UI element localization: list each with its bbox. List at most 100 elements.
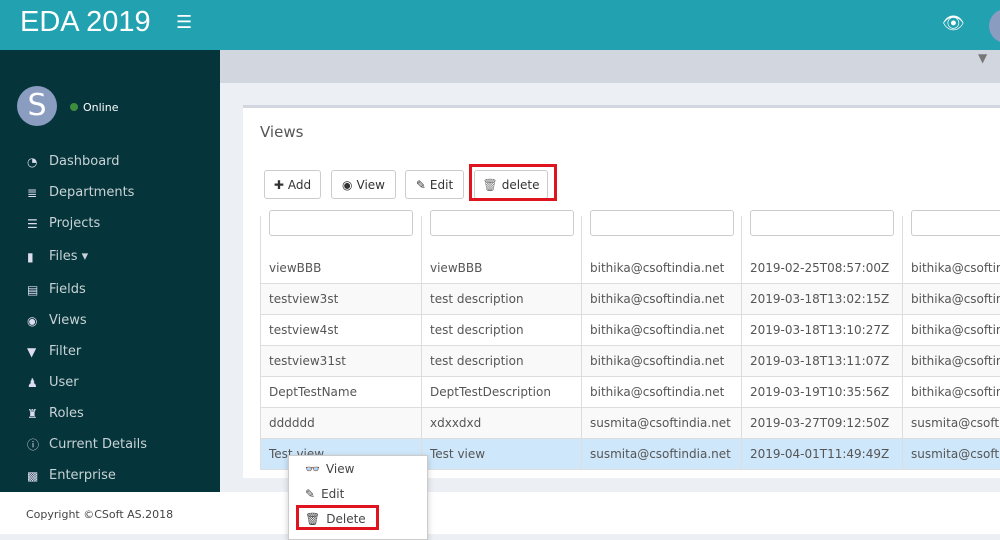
sidebar: S Online ◔ Dashboard ≣ Departments ☰ Projects…	[0, 50, 220, 492]
dashboard-icon: ◔	[27, 154, 38, 169]
edit-icon: ✎	[415, 177, 426, 192]
online-status: Online	[70, 101, 118, 114]
views-table: viewBBB viewBBB bithika@csoftindia.net 2019…	[260, 210, 1000, 470]
filter-icon[interactable]: ▼	[978, 51, 987, 65]
table-cell: testview3st	[260, 284, 421, 314]
view-button[interactable]: ◉ View	[331, 170, 396, 199]
table-cell: 2019-03-27T09:12:50Z	[741, 408, 902, 438]
table-cell: viewBBB	[260, 253, 421, 283]
roles-icon: ♜	[27, 406, 38, 421]
table-cell: 2019-02-25T08:57:00Z	[741, 253, 902, 283]
table-cell: bithika@csoftindia.net	[902, 315, 1000, 345]
sidebar-item-label: User	[49, 375, 79, 390]
table-icon: ▤	[27, 282, 39, 297]
table-cell: bithika@csoftindia.net	[902, 284, 1000, 314]
table-cell: 2019-03-18T13:11:07Z	[741, 346, 902, 376]
table-cell: susmita@csoftindia.net	[902, 408, 1000, 438]
filter-icon: ▼	[27, 344, 37, 359]
add-label: Add	[287, 177, 312, 192]
sidebar-item-views[interactable]: ◉ Views	[27, 305, 147, 336]
table-row[interactable]: testview4st test description bithika@csoft…	[260, 315, 1000, 346]
table-cell: 2019-04-01T11:49:49Z	[741, 439, 902, 469]
sidebar-item-enterprise[interactable]: ▩ Enterprise	[27, 460, 147, 491]
table-cell: bithika@csoftindia.net	[581, 346, 741, 376]
table-cell: bithika@csoftindia.net	[902, 377, 1000, 407]
sidebar-item-dashboard[interactable]: ◔ Dashboard	[27, 146, 147, 177]
sidebar-item-user[interactable]: ♟ User	[27, 367, 147, 398]
sidebar-item-label: Projects	[49, 216, 101, 231]
filter-input[interactable]	[750, 210, 894, 236]
sidebar-item-projects[interactable]: ☰ Projects	[27, 208, 147, 239]
edit-label: Edit	[429, 177, 454, 192]
enterprise-icon: ▩	[27, 468, 39, 483]
table-cell: susmita@csoftindia.net	[581, 408, 741, 438]
table-row[interactable]: testview3st test description bithika@csoft…	[260, 284, 1000, 315]
table-cell: test description	[421, 346, 581, 376]
footer: Copyright ©CSoft AS.2018	[0, 492, 1000, 534]
table-cell: test description	[421, 315, 581, 345]
table-cell: DeptTestName	[260, 377, 421, 407]
sidebar-item-label: Enterprise	[49, 468, 116, 483]
filter-input[interactable]	[269, 210, 413, 236]
app-title: EDA 2019	[20, 6, 151, 38]
sidebar-item-label: Filter	[49, 344, 82, 359]
list-icon: ≣	[27, 185, 38, 200]
user-avatar[interactable]: S	[989, 9, 1000, 43]
filter-row	[260, 210, 1000, 253]
copyright: Copyright ©CSoft AS.2018	[26, 508, 174, 521]
table-cell: DeptTestDescription	[421, 377, 581, 407]
view-label: View	[356, 177, 385, 192]
context-edit[interactable]: ✎ Edit	[289, 481, 427, 506]
sidebar-item-label: Files ▾	[49, 249, 89, 264]
sidebar-item-label: Dashboard	[49, 154, 120, 169]
table-cell: 2019-03-19T10:35:56Z	[741, 377, 902, 407]
table-row[interactable]: dddddd xdxxdxd susmita@csoftindia.net 2019-…	[260, 408, 1000, 439]
highlight-box	[469, 164, 557, 201]
file-icon: ▮	[27, 249, 34, 264]
table-cell: bithika@csoftindia.net	[902, 346, 1000, 376]
sidebar-item-current-details[interactable]: ⓘ Current Details	[27, 429, 147, 460]
table-cell: dddddd	[260, 408, 421, 438]
info-icon: ⓘ	[27, 438, 40, 452]
table-cell: 2019-03-18T13:02:15Z	[741, 284, 902, 314]
filter-input[interactable]	[430, 210, 574, 236]
add-button[interactable]: ✚ Add	[264, 170, 321, 199]
sidebar-item-filter[interactable]: ▼ Filter	[27, 336, 147, 367]
table-row[interactable]: viewBBB viewBBB bithika@csoftindia.net 2019…	[260, 253, 1000, 284]
toolbar-strip	[220, 50, 1000, 83]
table-cell: test description	[421, 284, 581, 314]
table-cell: bithika@csoftindia.net	[581, 253, 741, 283]
table-cell: 2019-03-18T13:10:27Z	[741, 315, 902, 345]
filter-input[interactable]	[590, 210, 734, 236]
sidebar-nav: ◔ Dashboard ≣ Departments ☰ Projects ▮ Files ▾ ▤…	[27, 146, 147, 491]
sidebar-item-departments[interactable]: ≣ Departments	[27, 177, 147, 208]
sidebar-item-label: Departments	[49, 185, 135, 200]
table-cell: Test view	[421, 439, 581, 469]
highlight-box	[296, 505, 379, 530]
eye-icon[interactable]: 👁	[942, 13, 965, 34]
filter-input[interactable]	[911, 210, 1000, 236]
plus-icon: ✚	[273, 177, 284, 192]
server-icon: ☰	[27, 216, 38, 231]
table-cell: bithika@csoftindia.net	[581, 315, 741, 345]
sidebar-item-files[interactable]: ▮ Files ▾	[27, 239, 147, 274]
table-cell: bithika@csoftindia.net	[581, 377, 741, 407]
sidebar-avatar: S	[17, 86, 57, 126]
glasses-icon: 👓	[305, 461, 320, 476]
table-cell: susmita@csoftindia.net	[902, 439, 1000, 469]
edit-button[interactable]: ✎ Edit	[405, 170, 464, 199]
context-view[interactable]: 👓 View	[289, 456, 427, 481]
sidebar-item-fields[interactable]: ▤ Fields	[27, 274, 147, 305]
user-icon: ♟	[27, 375, 38, 390]
menu-toggle-icon[interactable]: ☰	[176, 12, 192, 33]
sidebar-item-roles[interactable]: ♜ Roles	[27, 398, 147, 429]
context-view-label: View	[325, 461, 355, 476]
views-panel: Views ✚ Add ◉ View ✎ Edit 🗑 delete viewBBB vi…	[243, 105, 1000, 478]
record-icon: ◉	[27, 313, 38, 328]
edit-icon: ✎	[305, 486, 316, 501]
sidebar-item-label: Current Details	[49, 437, 148, 452]
table-row[interactable]: testview31st test description bithika@csof…	[260, 346, 1000, 377]
table-row[interactable]: DeptTestName DeptTestDescription bithika@c…	[260, 377, 1000, 408]
record-icon: ◉	[342, 177, 353, 192]
table-cell: testview4st	[260, 315, 421, 345]
